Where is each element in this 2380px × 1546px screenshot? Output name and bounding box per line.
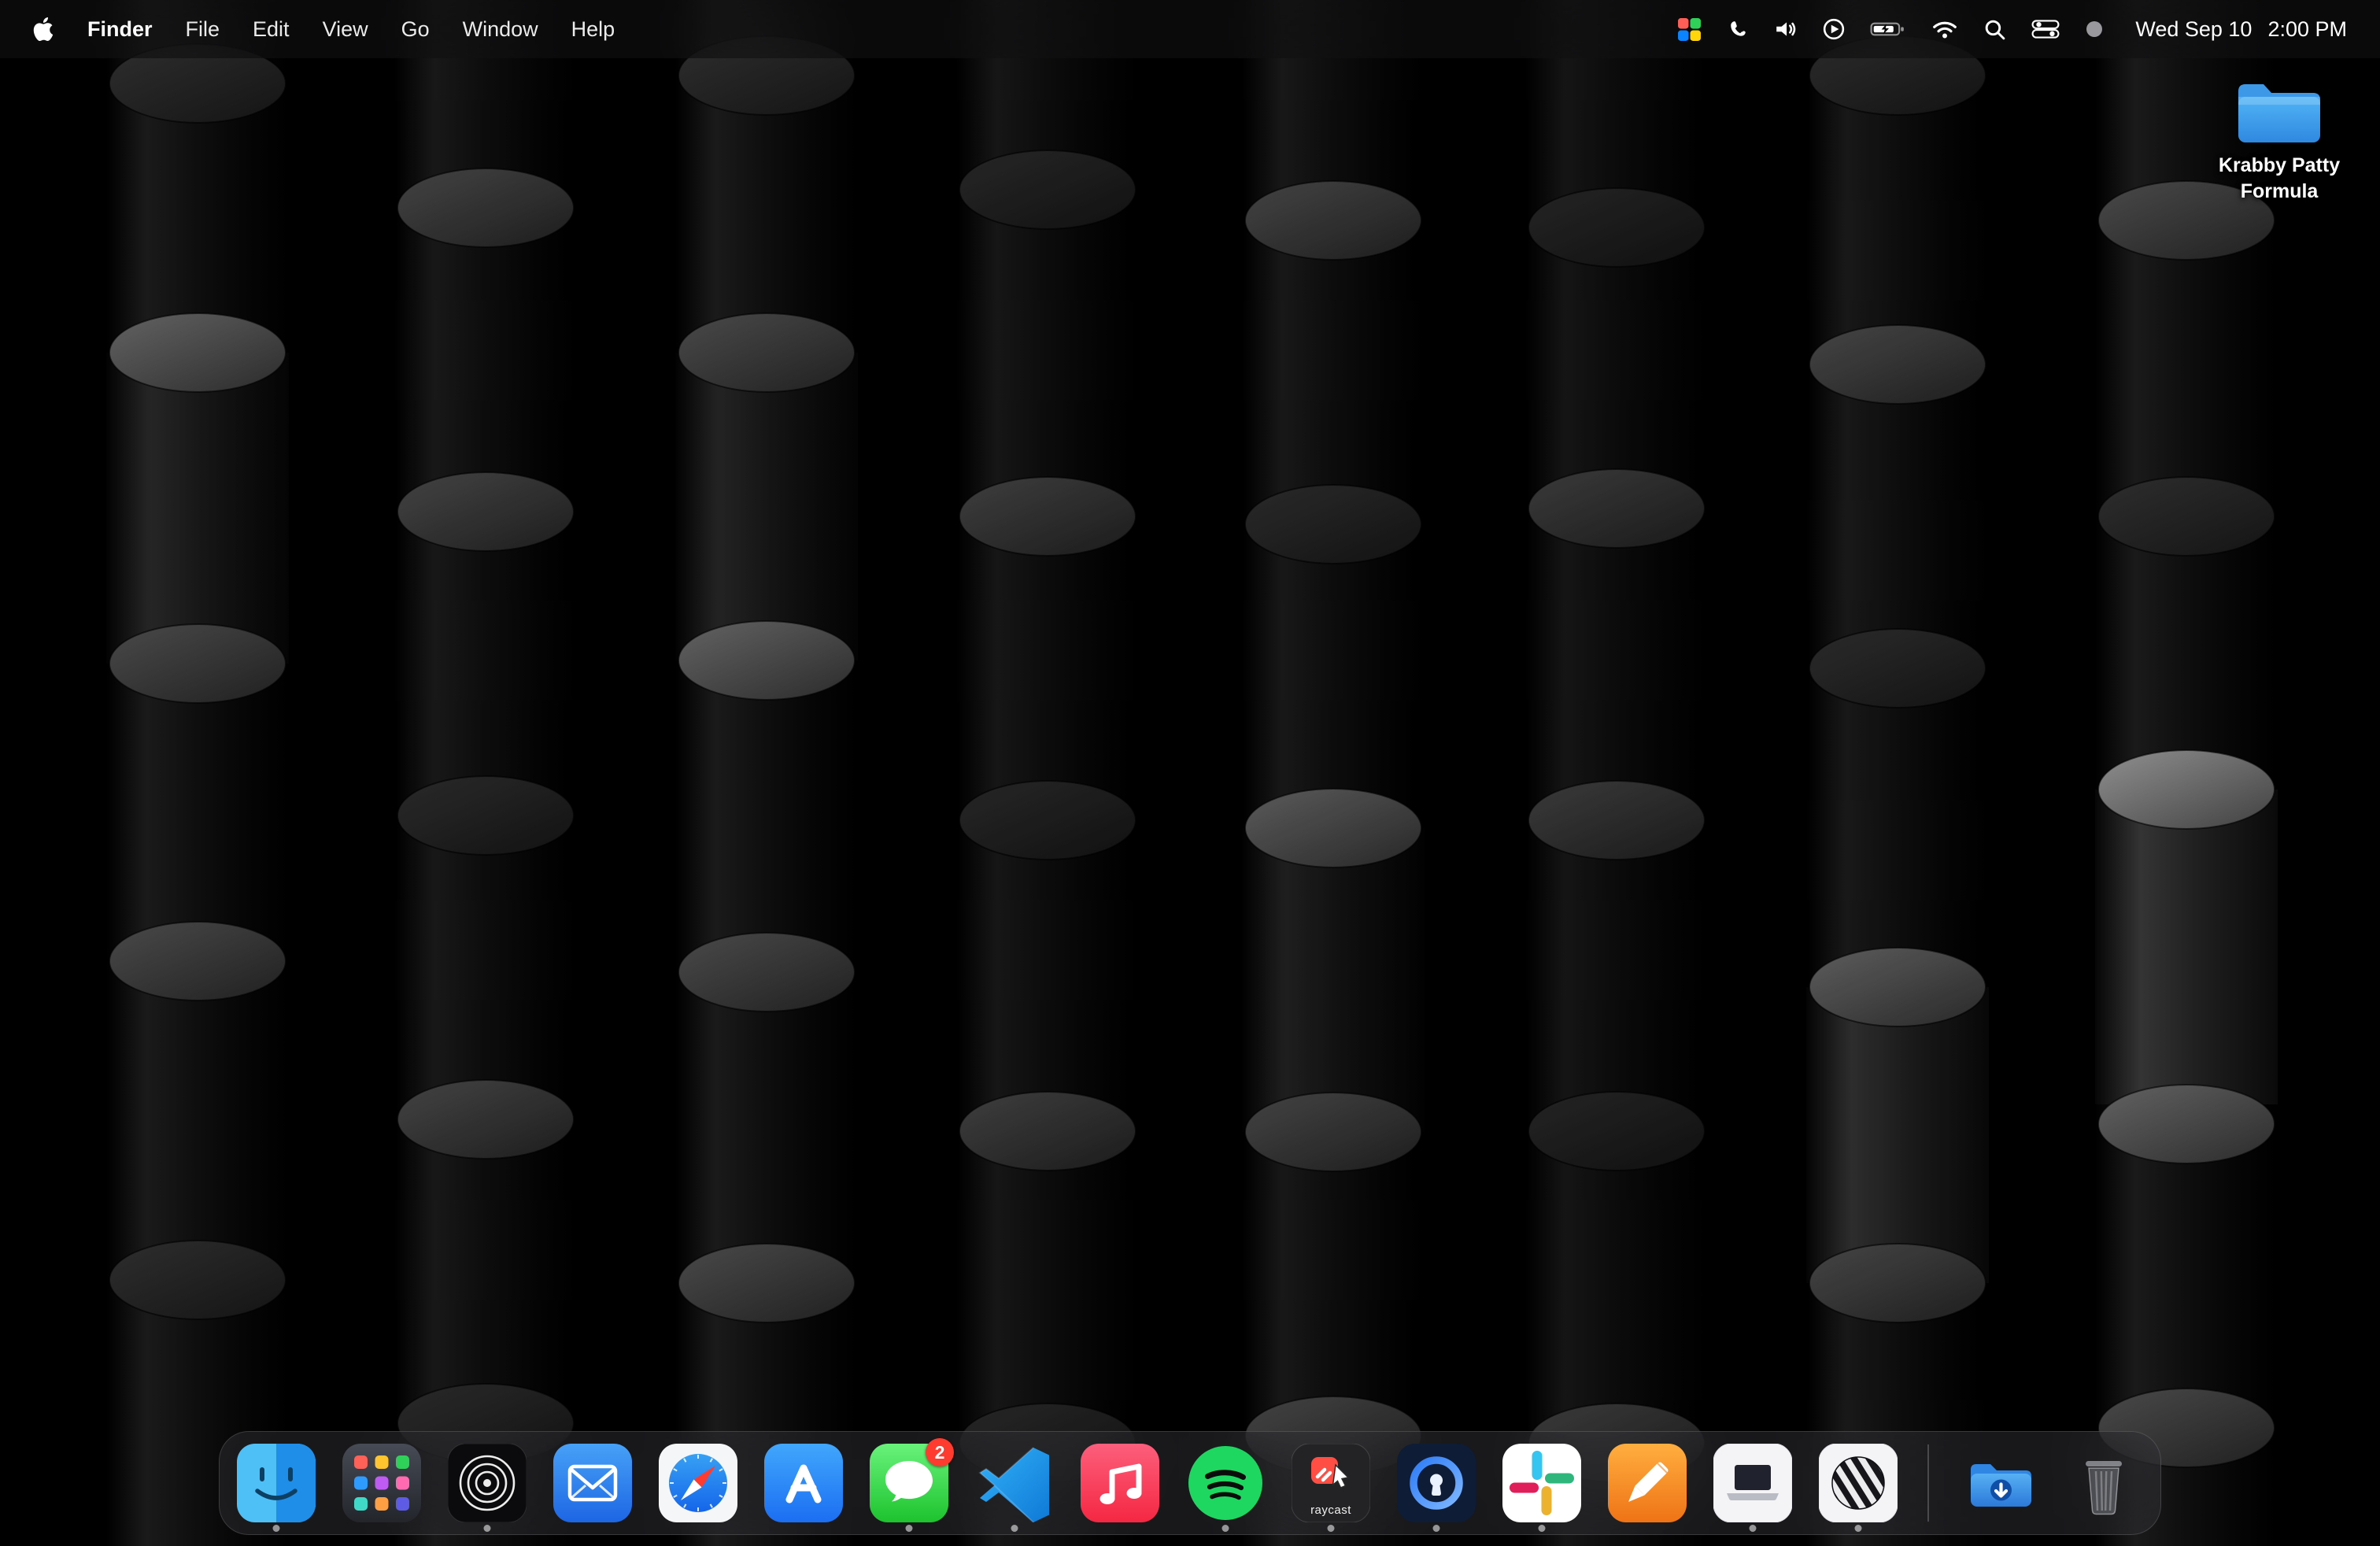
menu-go[interactable]: Go xyxy=(385,0,446,58)
menu-edit[interactable]: Edit xyxy=(236,0,306,58)
dock-spotify[interactable] xyxy=(1186,1444,1265,1522)
dock-screen-app[interactable] xyxy=(1713,1444,1792,1522)
running-indicator xyxy=(1011,1525,1018,1532)
apple-music-icon xyxy=(1081,1444,1159,1522)
downloads-folder-icon xyxy=(1959,1444,2038,1522)
control-center-icon xyxy=(2031,19,2060,39)
pen-icon xyxy=(1608,1444,1687,1522)
running-indicator xyxy=(1328,1525,1335,1532)
dock-messages[interactable]: 2 xyxy=(870,1444,948,1522)
running-indicator xyxy=(1750,1525,1757,1532)
striped-sphere-icon xyxy=(1819,1444,1898,1522)
running-indicator xyxy=(273,1525,280,1532)
dock-pen-app[interactable] xyxy=(1608,1444,1687,1522)
laptop-icon xyxy=(1713,1444,1792,1522)
menu-bar-status: Wed Sep 10 2:00 PM xyxy=(1665,0,2347,58)
running-indicator xyxy=(484,1525,491,1532)
battery-charging-icon xyxy=(1870,20,1906,39)
status-control-center-icon[interactable] xyxy=(2019,19,2072,39)
safari-icon xyxy=(659,1444,737,1522)
menu-app-name[interactable]: Finder xyxy=(71,0,169,58)
desktop-folder-krabby-patty[interactable]: Krabby Patty Formula xyxy=(2204,72,2355,205)
launchpad-icon xyxy=(342,1444,421,1522)
status-battery-icon[interactable] xyxy=(1857,20,1919,39)
running-indicator xyxy=(1222,1525,1229,1532)
running-indicator xyxy=(1539,1525,1546,1532)
slack-icon xyxy=(1502,1444,1581,1522)
speaker-icon xyxy=(1774,19,1798,39)
dock-raycast[interactable]: raycast xyxy=(1292,1444,1370,1522)
dock-separator xyxy=(1927,1444,1929,1522)
dock-trash[interactable] xyxy=(2064,1444,2143,1522)
dock-slack[interactable] xyxy=(1502,1444,1581,1522)
menu-bar-date: Wed Sep 10 xyxy=(2135,17,2252,42)
menu-window[interactable]: Window xyxy=(446,0,555,58)
app-store-icon xyxy=(764,1444,843,1522)
running-indicator xyxy=(1855,1525,1862,1532)
finder-icon xyxy=(237,1444,316,1522)
gray-circle-icon xyxy=(2085,20,2104,39)
status-app-grid-icon[interactable] xyxy=(1665,17,1714,42)
play-circle-icon xyxy=(1823,18,1845,40)
wifi-icon xyxy=(1931,19,1958,39)
menu-bar-clock[interactable]: Wed Sep 10 2:00 PM xyxy=(2135,17,2347,42)
desktop-wallpaper xyxy=(0,0,2380,1546)
raycast-wordmark: raycast xyxy=(1292,1503,1370,1517)
menu-bar: Finder File Edit View Go Window Help xyxy=(0,0,2380,58)
menu-help[interactable]: Help xyxy=(555,0,632,58)
apple-menu[interactable] xyxy=(27,17,71,41)
running-indicator xyxy=(1433,1525,1440,1532)
phone-icon xyxy=(1727,18,1749,40)
vscode-icon xyxy=(975,1444,1054,1522)
dock: 2 xyxy=(219,1431,2161,1535)
status-sound-icon[interactable] xyxy=(1761,19,1810,39)
concentric-rings-icon xyxy=(448,1444,527,1522)
status-menubar-extra-icon[interactable] xyxy=(2072,20,2116,39)
menu-view[interactable]: View xyxy=(306,0,385,58)
status-phone-icon[interactable] xyxy=(1714,18,1761,40)
running-indicator xyxy=(906,1525,913,1532)
search-icon xyxy=(1983,18,2006,41)
menu-file[interactable]: File xyxy=(169,0,237,58)
status-search-icon[interactable] xyxy=(1971,18,2019,41)
dock-finder[interactable] xyxy=(237,1444,316,1522)
dock-app-store[interactable] xyxy=(764,1444,843,1522)
dock-music[interactable] xyxy=(1081,1444,1159,1522)
dock-mail[interactable] xyxy=(553,1444,632,1522)
status-now-playing-icon[interactable] xyxy=(1810,18,1857,40)
dock-striped-sphere-app[interactable] xyxy=(1819,1444,1898,1522)
menu-bar-left: Finder File Edit View Go Window Help xyxy=(27,0,631,58)
menu-bar-time: 2:00 PM xyxy=(2267,17,2347,42)
dock-downloads[interactable] xyxy=(1959,1444,2038,1522)
desktop-folder-label: Krabby Patty Formula xyxy=(2204,153,2355,205)
dock-launchpad[interactable] xyxy=(342,1444,421,1522)
trash-icon xyxy=(2064,1444,2143,1522)
colorful-grid-icon xyxy=(1677,17,1702,42)
status-wifi-icon[interactable] xyxy=(1919,19,1971,39)
dock-rings-app[interactable] xyxy=(448,1444,527,1522)
apple-logo-icon xyxy=(31,17,55,41)
dock-vscode[interactable] xyxy=(975,1444,1054,1522)
dock-safari[interactable] xyxy=(659,1444,737,1522)
folder-icon xyxy=(2232,72,2326,148)
1password-icon xyxy=(1397,1444,1476,1522)
messages-badge: 2 xyxy=(926,1438,954,1466)
mail-icon xyxy=(553,1444,632,1522)
spotify-icon xyxy=(1186,1444,1265,1522)
desktop: Finder File Edit View Go Window Help xyxy=(0,0,2380,1546)
dock-1password[interactable] xyxy=(1397,1444,1476,1522)
